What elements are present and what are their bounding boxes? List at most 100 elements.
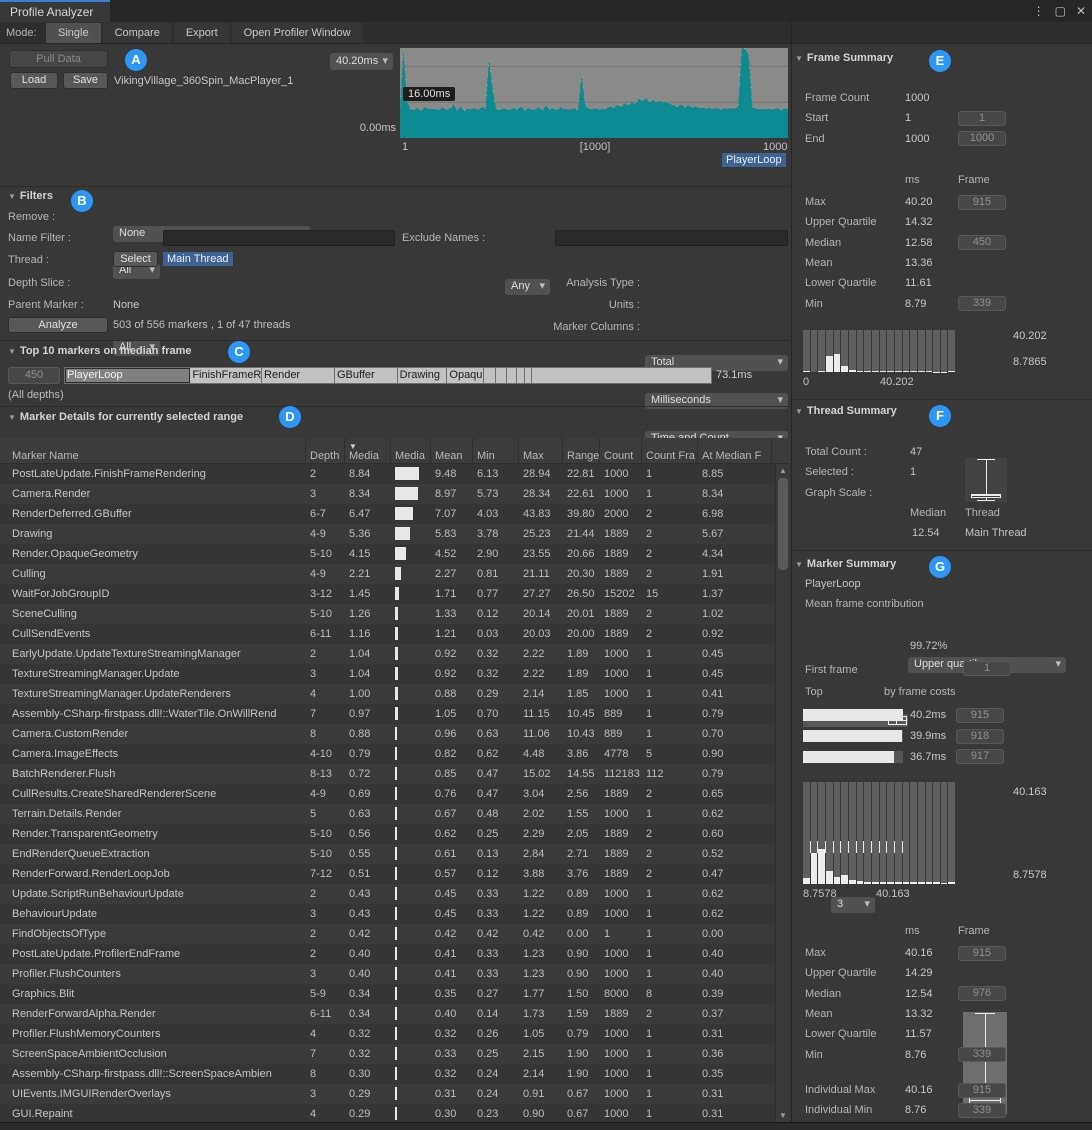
name-filter-input[interactable] (163, 230, 395, 246)
filters-header[interactable]: ▼Filters (8, 190, 53, 202)
close-icon[interactable]: ✕ (1076, 4, 1086, 18)
exclude-names-mode-dropdown[interactable]: Any (505, 279, 550, 295)
table-row[interactable]: EndRenderQueueExtraction5-100.550.610.13… (0, 844, 775, 864)
table-row[interactable]: PostLateUpdate.FinishFrameRendering28.84… (0, 464, 775, 484)
mode-button-export[interactable]: Export (174, 23, 230, 43)
scrollbar-thumb[interactable] (778, 478, 788, 570)
table-row[interactable]: ScreenSpaceAmbientOcclusion70.320.330.25… (0, 1044, 775, 1064)
table-row[interactable]: Camera.Render38.348.975.7328.3422.611000… (0, 484, 775, 504)
chart-selected-marker-chip[interactable]: PlayerLoop (722, 153, 786, 167)
thread-select-button[interactable]: Select (113, 251, 158, 267)
frame-summary-header[interactable]: ▼Frame Summary (795, 52, 893, 64)
table-row[interactable]: Culling4-92.212.270.8121.1120.30188921.9… (0, 564, 775, 584)
scroll-up-icon[interactable]: ▲ (776, 466, 790, 475)
frame-summary-histogram[interactable] (803, 330, 955, 372)
table-row[interactable]: Camera.CustomRender80.880.960.6311.0610.… (0, 724, 775, 744)
top10-frame-button[interactable]: 450 (8, 367, 60, 384)
table-row[interactable]: Assembly-CSharp-firstpass.dll!::WaterTil… (0, 704, 775, 724)
table-row[interactable]: BatchRenderer.Flush8-130.720.850.4715.02… (0, 764, 775, 784)
top10-header[interactable]: ▼Top 10 markers on median frame (8, 345, 192, 357)
mode-button-single[interactable]: Single (46, 23, 101, 43)
marker-table-body[interactable]: PostLateUpdate.FinishFrameRendering28.84… (0, 464, 775, 1122)
top10-segment[interactable] (525, 368, 532, 383)
stat-frame-button[interactable]: 976 (958, 986, 1006, 1001)
marker-details-header[interactable]: ▼Marker Details for currently selected r… (8, 411, 243, 423)
pull-data-button[interactable]: Pull Data (9, 50, 108, 68)
table-row[interactable]: UIEvents.IMGUIRenderOverlays30.290.310.2… (0, 1084, 775, 1104)
end-frame-button[interactable]: 1000 (958, 131, 1006, 146)
top10-segment[interactable] (507, 368, 517, 383)
stat-frame-button[interactable]: 915 (958, 195, 1006, 210)
stat-frame-button[interactable]: 339 (958, 296, 1006, 311)
column-header-mean[interactable]: Mean (431, 438, 473, 463)
table-row[interactable]: CullSendEvents6-111.161.210.0320.0320.00… (0, 624, 775, 644)
table-row[interactable]: Drawing4-95.365.833.7825.2321.44188925.6… (0, 524, 775, 544)
table-row[interactable]: Graphics.Blit5-90.340.350.271.771.508000… (0, 984, 775, 1004)
table-row[interactable]: Render.OpaqueGeometry5-104.154.522.9023.… (0, 544, 775, 564)
top10-segment[interactable] (484, 368, 497, 383)
table-row[interactable]: BehaviourUpdate30.430.450.331.220.891000… (0, 904, 775, 924)
top10-segment[interactable] (517, 368, 525, 383)
top-n-dropdown[interactable]: 3 (831, 897, 875, 913)
stat-frame-button[interactable]: 450 (958, 235, 1006, 250)
top10-segment-gbuffer[interactable]: GBuffer (335, 368, 398, 383)
start-frame-button[interactable]: 1 (958, 111, 1006, 126)
top10-segment-opaqu[interactable]: Opaqu (447, 368, 483, 383)
chart-range-dropdown[interactable]: 40.20ms (330, 53, 393, 70)
table-row[interactable]: Update.ScriptRunBehaviourUpdate20.430.45… (0, 884, 775, 904)
column-header-count-fra[interactable]: Count Fra (642, 438, 698, 463)
table-row[interactable]: TextureStreamingManager.Update31.040.920… (0, 664, 775, 684)
stat-frame-button[interactable]: 915 (958, 1083, 1006, 1098)
marker-summary-histogram[interactable] (803, 782, 955, 884)
top-cost-frame-button[interactable]: 915 (956, 708, 1004, 723)
top10-segment-finishframer[interactable]: FinishFrameR (190, 368, 262, 383)
top10-stacked-bar[interactable]: PlayerLoopFinishFrameRRenderGBufferDrawi… (64, 367, 712, 384)
table-row[interactable]: Profiler.FlushMemoryCounters40.320.320.2… (0, 1024, 775, 1044)
top10-segment-render[interactable]: Render (262, 368, 335, 383)
table-row[interactable]: TextureStreamingManager.UpdateRenderers4… (0, 684, 775, 704)
mode-button-compare[interactable]: Compare (103, 23, 172, 43)
top10-segment-playerloop[interactable]: PlayerLoop (65, 368, 190, 383)
table-scrollbar[interactable]: ▲ ▼ (775, 464, 789, 1122)
stat-frame-button[interactable]: 915 (958, 946, 1006, 961)
table-row[interactable]: GUI.Repaint40.290.300.230.900.67100010.3… (0, 1104, 775, 1122)
table-row[interactable]: RenderForwardAlpha.Render6-110.340.400.1… (0, 1004, 775, 1024)
stat-frame-button[interactable]: 339 (958, 1047, 1006, 1062)
first-frame-button[interactable]: 1 (963, 661, 1011, 676)
stat-frame-button[interactable]: 339 (958, 1103, 1006, 1118)
column-header-media[interactable]: Media (391, 438, 431, 463)
table-row[interactable]: Assembly-CSharp-firstpass.dll!::ScreenSp… (0, 1064, 775, 1084)
save-button[interactable]: Save (63, 72, 108, 89)
table-row[interactable]: RenderDeferred.GBuffer6-76.477.074.0343.… (0, 504, 775, 524)
column-header-at-median-f[interactable]: At Median F (698, 438, 772, 463)
kebab-menu-icon[interactable]: ⋮ (1033, 4, 1045, 18)
table-row[interactable]: FindObjectsOfType20.420.420.420.420.0011… (0, 924, 775, 944)
mode-button-open-profiler-window[interactable]: Open Profiler Window (232, 23, 363, 43)
top-cost-frame-button[interactable]: 918 (956, 729, 1004, 744)
column-header-depth[interactable]: Depth (306, 438, 345, 463)
exclude-names-input[interactable] (555, 230, 788, 246)
analyze-button[interactable]: Analyze (8, 317, 108, 333)
load-button[interactable]: Load (10, 72, 58, 89)
scroll-down-icon[interactable]: ▼ (776, 1111, 790, 1120)
table-row[interactable]: EarlyUpdate.UpdateTextureStreamingManage… (0, 644, 775, 664)
column-header-count[interactable]: Count (600, 438, 642, 463)
frame-time-chart[interactable] (400, 48, 788, 138)
column-header-max[interactable]: Max (519, 438, 563, 463)
top10-segment-drawing[interactable]: Drawing (398, 368, 448, 383)
column-header-marker-name[interactable]: Marker Name (8, 438, 306, 463)
tab-profile-analyzer[interactable]: Profile Analyzer (0, 0, 110, 22)
table-row[interactable]: WaitForJobGroupID3-121.451.710.7727.2726… (0, 584, 775, 604)
top10-segment[interactable] (496, 368, 507, 383)
marker-summary-header[interactable]: ▼Marker Summary (795, 558, 896, 570)
table-row[interactable]: Profiler.FlushCounters30.400.410.331.230… (0, 964, 775, 984)
table-row[interactable]: Terrain.Details.Render50.630.670.482.021… (0, 804, 775, 824)
top-cost-frame-button[interactable]: 917 (956, 749, 1004, 764)
table-row[interactable]: Camera.ImageEffects4-100.790.820.624.483… (0, 744, 775, 764)
table-row[interactable]: SceneCulling5-101.261.330.1220.1420.0118… (0, 604, 775, 624)
column-header-min[interactable]: Min (473, 438, 519, 463)
table-row[interactable]: PostLateUpdate.ProfilerEndFrame20.400.41… (0, 944, 775, 964)
thread-selected-chip[interactable]: Main Thread (163, 252, 233, 266)
top10-segment[interactable] (532, 368, 711, 383)
thread-summary-header[interactable]: ▼Thread Summary (795, 405, 897, 417)
